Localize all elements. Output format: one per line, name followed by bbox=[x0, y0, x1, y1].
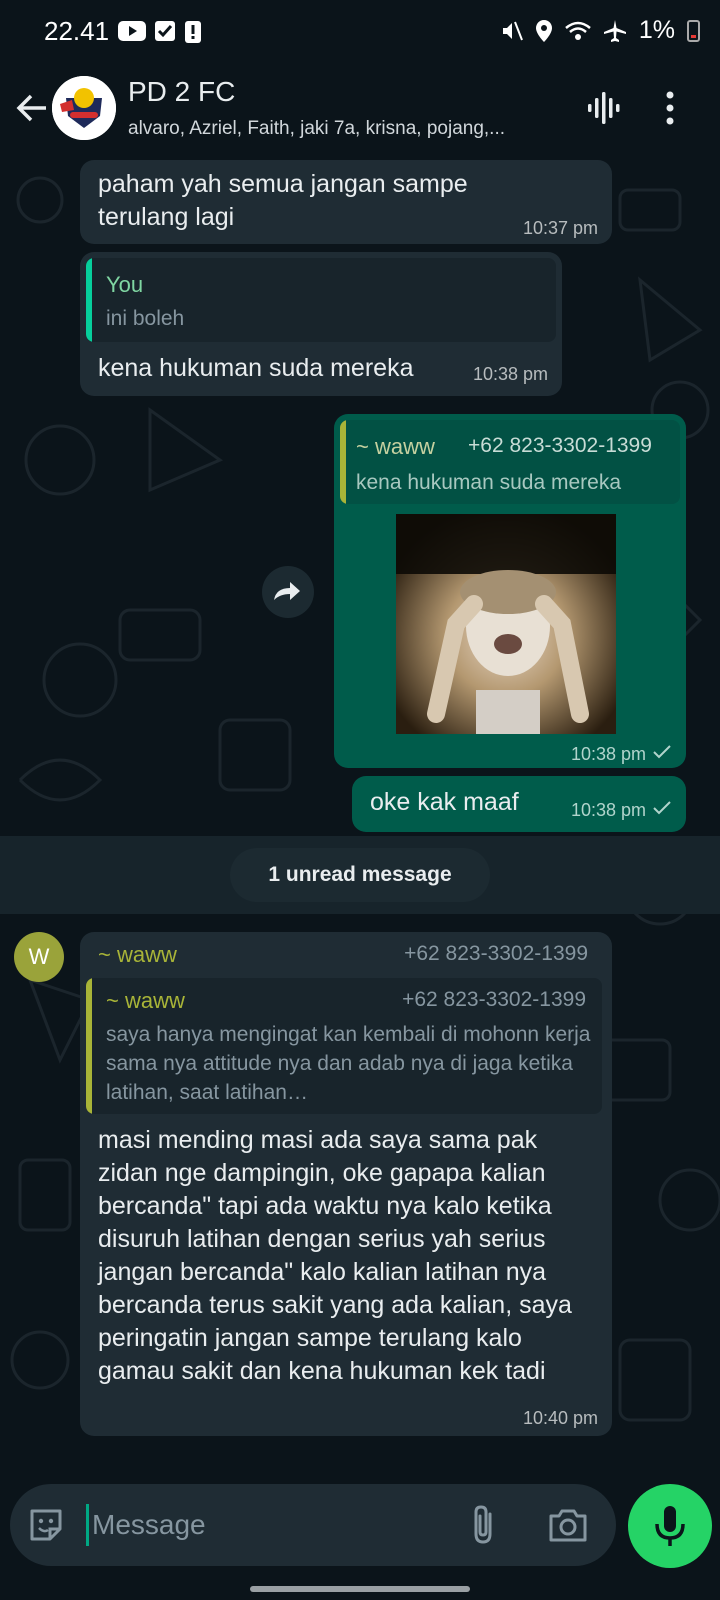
system-icons: 1% bbox=[501, 16, 700, 45]
read-check-icon bbox=[653, 745, 671, 759]
battery-icon bbox=[687, 19, 700, 42]
battery-percent: 1% bbox=[638, 16, 675, 44]
quote-text: saya hanya mengingat kan kembali di moho… bbox=[106, 1023, 591, 1104]
sender-avatar[interactable]: W bbox=[14, 932, 64, 982]
unread-divider: 1 unread message bbox=[0, 836, 720, 914]
voice-call-icon[interactable] bbox=[586, 90, 622, 126]
incoming-message[interactable]: paham yah semua jangan sampe terulang la… bbox=[80, 160, 612, 244]
message-composer bbox=[10, 1484, 616, 1566]
incoming-reply-message[interactable]: You ini boleh kena hukuman suda mereka 1… bbox=[80, 252, 562, 396]
quote-number: +62 823-3302-1399 bbox=[402, 988, 586, 1011]
quoted-message[interactable]: ~ waww +62 823-3302-1399 saya hanya meng… bbox=[86, 978, 602, 1114]
outgoing-message[interactable]: oke kak maaf 10:38 pm bbox=[352, 776, 686, 832]
forward-button[interactable] bbox=[262, 566, 314, 618]
youtube-icon bbox=[118, 21, 146, 41]
message-time: 10:37 pm bbox=[522, 218, 598, 238]
quote-bar bbox=[340, 420, 346, 504]
read-check-icon bbox=[653, 801, 671, 815]
chat-area[interactable]: paham yah semua jangan sampe terulang la… bbox=[0, 160, 720, 1482]
quote-number: +62 823-3302-1399 bbox=[468, 434, 652, 457]
text-cursor bbox=[86, 1504, 89, 1546]
message-time: 10:38 pm bbox=[472, 364, 548, 384]
quote-bar bbox=[86, 978, 92, 1114]
mic-icon bbox=[655, 1506, 685, 1546]
chat-header: PD 2 FC alvaro, Azriel, Faith, jaki 7a, … bbox=[0, 64, 720, 160]
participants-list[interactable]: alvaro, Azriel, Faith, jaki 7a, krisna, … bbox=[128, 118, 505, 140]
quote-text: kena hukuman suda mereka bbox=[356, 471, 621, 494]
wifi-icon bbox=[565, 21, 591, 40]
incoming-reply-message[interactable]: ~ waww +62 823-3302-1399 ~ waww +62 823-… bbox=[80, 932, 612, 1436]
photo-content bbox=[396, 514, 616, 734]
quote-author: ~ waww bbox=[106, 988, 185, 1013]
quote-author: You bbox=[106, 272, 144, 297]
mute-icon bbox=[502, 21, 523, 40]
quote-text: ini boleh bbox=[106, 307, 185, 330]
outgoing-image-message[interactable]: ~ waww +62 823-3302-1399 kena hukuman su… bbox=[334, 414, 686, 768]
message-time: 10:40 pm bbox=[522, 1408, 598, 1428]
image-attachment[interactable] bbox=[396, 514, 616, 734]
message-time: 10:38 pm bbox=[570, 800, 646, 820]
message-time: 10:38 pm bbox=[570, 744, 646, 764]
status-bar: 22.41 1% bbox=[0, 0, 720, 64]
message-text: oke kak maaf bbox=[370, 788, 519, 816]
sender-number: +62 823-3302-1399 bbox=[404, 942, 588, 965]
camera-icon[interactable] bbox=[548, 1506, 588, 1544]
message-text: kena hukuman suda mereka bbox=[98, 354, 414, 382]
attach-icon[interactable] bbox=[468, 1504, 498, 1546]
quoted-message[interactable]: You ini boleh bbox=[86, 258, 556, 342]
emoji-icon[interactable] bbox=[28, 1507, 64, 1543]
message-input[interactable] bbox=[92, 1500, 452, 1550]
group-logo-icon bbox=[52, 76, 116, 140]
location-icon bbox=[535, 19, 552, 42]
mic-button[interactable] bbox=[628, 1484, 712, 1568]
alert-icon bbox=[185, 21, 201, 43]
quote-author: ~ waww bbox=[356, 434, 435, 459]
unread-label: 1 unread message bbox=[230, 848, 490, 902]
group-avatar[interactable] bbox=[52, 76, 116, 140]
forward-icon bbox=[274, 582, 300, 600]
quote-bar bbox=[86, 258, 92, 342]
sender-name[interactable]: ~ waww bbox=[98, 942, 177, 968]
message-text: paham yah semua jangan sampe terulang la… bbox=[98, 170, 468, 231]
airplane-icon bbox=[603, 19, 626, 42]
status-time: 22.41 bbox=[44, 16, 110, 46]
message-text: masi mending masi ada saya sama pak zida… bbox=[98, 1126, 572, 1385]
checkbox-icon bbox=[155, 21, 175, 41]
notification-icons bbox=[118, 20, 202, 44]
chat-title[interactable]: PD 2 FC bbox=[128, 76, 235, 108]
quoted-message[interactable]: ~ waww +62 823-3302-1399 kena hukuman su… bbox=[340, 420, 680, 504]
gesture-navigation-bar[interactable] bbox=[250, 1586, 470, 1592]
back-arrow-icon[interactable] bbox=[14, 90, 50, 126]
more-options-icon[interactable] bbox=[662, 90, 678, 126]
